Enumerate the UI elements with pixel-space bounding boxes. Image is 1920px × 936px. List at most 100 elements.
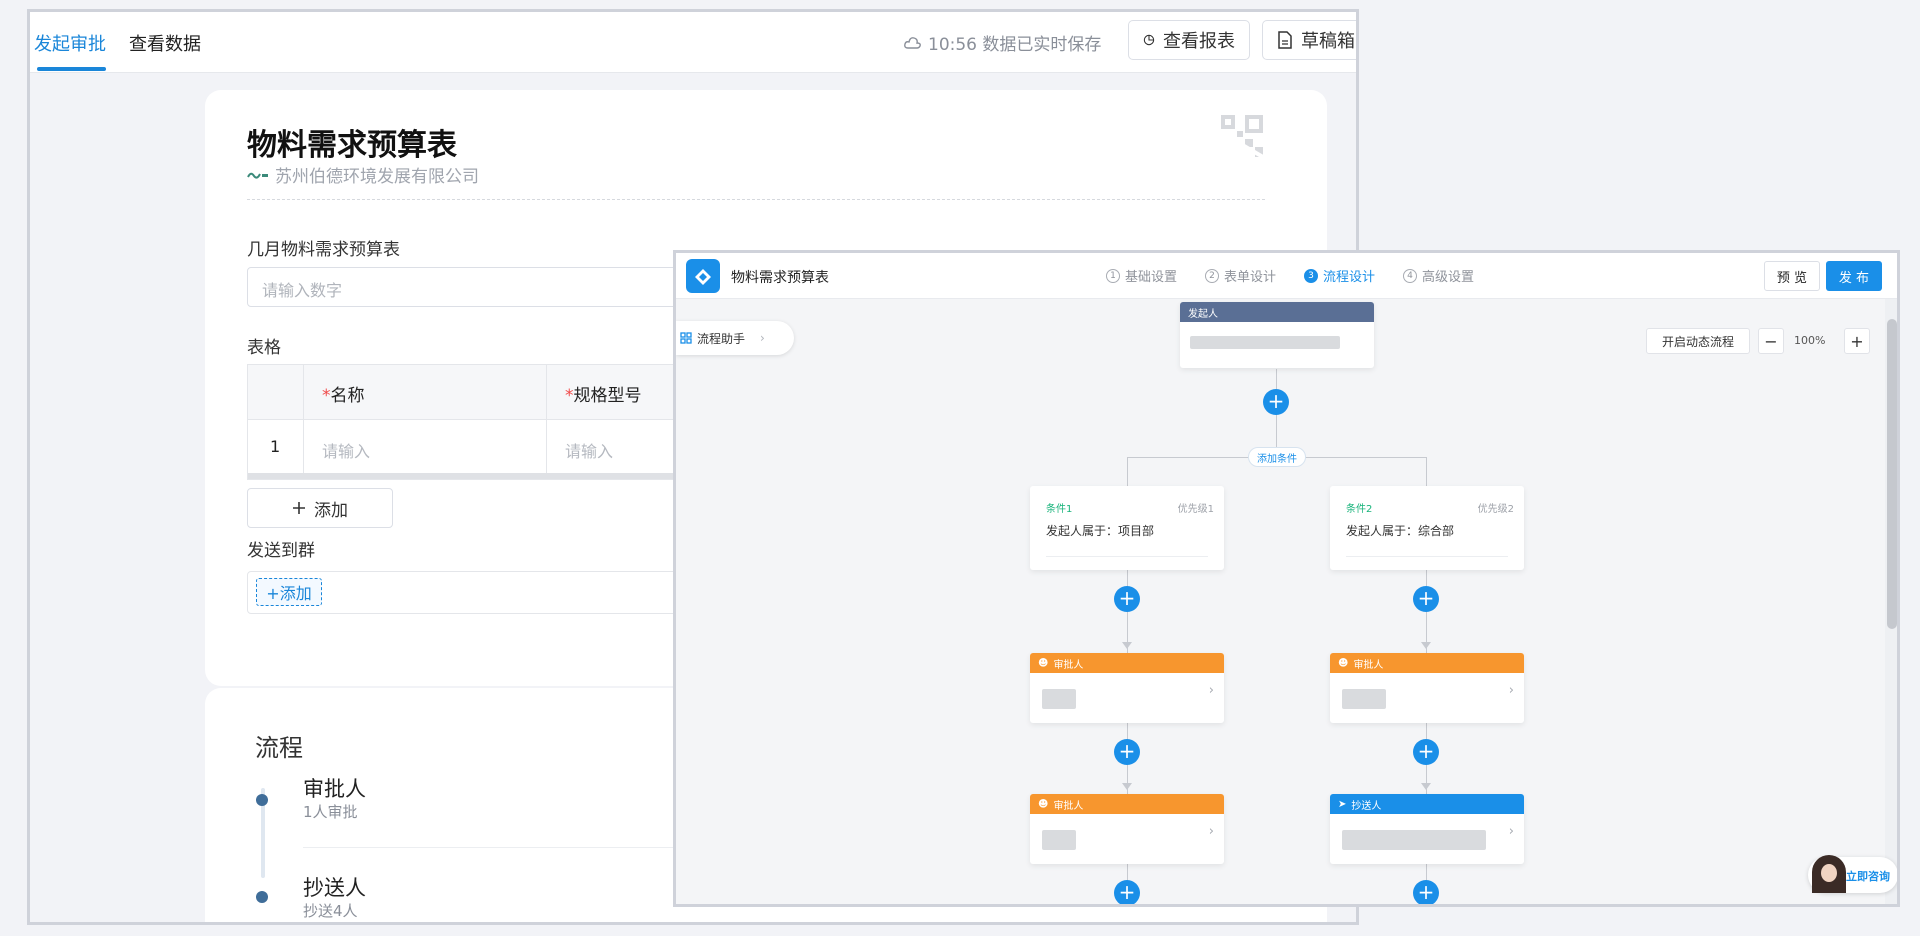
pie-chart-icon bbox=[1143, 34, 1155, 46]
step-basic-settings[interactable]: 1 基础设置 bbox=[1106, 266, 1177, 285]
designer-title: 物料需求预算表 bbox=[731, 270, 829, 286]
condition-text: 发起人属于：项目部 bbox=[1046, 524, 1155, 538]
step-label: 流程设计 bbox=[1323, 270, 1376, 285]
condition-text: 发起人属于：综合部 bbox=[1346, 524, 1455, 538]
step-form-design[interactable]: 2 表单设计 bbox=[1205, 266, 1276, 285]
blurred-content bbox=[1042, 830, 1076, 850]
month-input[interactable]: 请输入数字 bbox=[247, 267, 727, 307]
table-label: 表格 bbox=[247, 338, 281, 358]
flow-step-sub: 抄送4人 bbox=[303, 902, 358, 920]
zoom-in-button[interactable]: + bbox=[1844, 328, 1870, 354]
arrow-icon bbox=[1122, 783, 1132, 790]
active-tab-indicator bbox=[37, 67, 106, 71]
qr-code-icon[interactable] bbox=[1219, 113, 1265, 159]
approver-label: 审批人 bbox=[1053, 659, 1084, 671]
user-icon: ☻ bbox=[1038, 798, 1049, 810]
add-node-button[interactable]: + bbox=[1413, 586, 1439, 612]
avatar bbox=[1812, 855, 1846, 893]
canvas-scrollbar[interactable] bbox=[1885, 299, 1897, 904]
initiator-node[interactable]: 发起人 bbox=[1180, 302, 1374, 368]
add-condition-button[interactable]: 添加条件 bbox=[1248, 447, 1306, 467]
form-app-icon bbox=[695, 269, 711, 285]
app-icon bbox=[686, 259, 720, 293]
zoom-out-button[interactable]: − bbox=[1758, 328, 1784, 354]
chevron-right-icon: › bbox=[760, 331, 765, 345]
arrow-icon bbox=[1421, 642, 1431, 649]
save-status-text: 10:56 数据已实时保存 bbox=[928, 35, 1102, 55]
tab-view-data[interactable]: 查看数据 bbox=[129, 30, 201, 56]
condition-priority: 优先级2 bbox=[1477, 504, 1514, 515]
view-report-button[interactable]: 查看报表 bbox=[1128, 20, 1250, 60]
approver-node[interactable]: ☻ 审批人 › bbox=[1330, 653, 1524, 723]
table-col-header: *规格型号 bbox=[565, 381, 642, 406]
blurred-content bbox=[1042, 689, 1076, 709]
blurred-content bbox=[1342, 689, 1386, 709]
drafts-button[interactable]: 草稿箱 bbox=[1262, 20, 1356, 60]
condition-divider bbox=[1046, 556, 1208, 557]
send-group-label: 发送到群 bbox=[247, 541, 315, 561]
month-field-label: 几月物料需求预算表 bbox=[247, 240, 400, 260]
column-name: 名称 bbox=[330, 386, 365, 406]
approver-header: ☻ 审批人 bbox=[1030, 653, 1224, 673]
step-label: 表单设计 bbox=[1224, 270, 1277, 285]
chevron-right-icon: › bbox=[1508, 824, 1514, 839]
approver-label: 审批人 bbox=[1353, 659, 1384, 671]
user-icon: ☻ bbox=[1338, 657, 1349, 669]
required-mark: * bbox=[322, 386, 331, 406]
flow-step-name: 抄送人 bbox=[303, 876, 366, 900]
step-advanced-settings[interactable]: 4 高级设置 bbox=[1403, 266, 1474, 285]
dynamic-flow-button[interactable]: 开启动态流程 bbox=[1646, 328, 1750, 354]
step-label: 基础设置 bbox=[1125, 270, 1178, 285]
condition-card-1[interactable]: 条件1 优先级1 发起人属于：项目部 bbox=[1030, 486, 1224, 570]
spec-cell-input[interactable]: 请输入 bbox=[565, 438, 613, 462]
add-node-button[interactable]: + bbox=[1114, 739, 1140, 765]
table-col-divider bbox=[303, 365, 304, 475]
condition-divider bbox=[1346, 556, 1508, 557]
flow-helper-button[interactable]: 流程助手 › bbox=[676, 321, 794, 355]
consult-widget[interactable]: 立即咨询 bbox=[1808, 855, 1897, 893]
table-scrollbar[interactable] bbox=[248, 473, 746, 479]
step-flow-design[interactable]: 3 流程设计 bbox=[1304, 266, 1375, 285]
approver-node[interactable]: ☻ 审批人 › bbox=[1030, 653, 1224, 723]
zoom-level: 100% bbox=[1794, 334, 1826, 347]
tab-start-approval[interactable]: 发起审批 bbox=[34, 30, 106, 56]
arrow-icon bbox=[1122, 642, 1132, 649]
step-label: 高级设置 bbox=[1422, 270, 1475, 285]
blurred-content bbox=[1342, 830, 1486, 850]
add-node-button[interactable]: + bbox=[1114, 586, 1140, 612]
add-node-button[interactable]: + bbox=[1413, 880, 1439, 904]
add-group-button[interactable]: +添加 bbox=[256, 578, 322, 606]
approver-header: ☻ 审批人 bbox=[1330, 653, 1524, 673]
approver-node[interactable]: ☻ 审批人 › bbox=[1030, 794, 1224, 864]
step-number: 1 bbox=[1106, 268, 1120, 283]
publish-button[interactable]: 发 布 bbox=[1826, 261, 1882, 291]
top-bar: 发起审批 查看数据 10:56 数据已实时保存 查看报表 草稿箱 bbox=[30, 12, 1356, 73]
step-number: 2 bbox=[1205, 268, 1220, 283]
company-line: 苏州伯德环境发展有限公司 bbox=[247, 162, 479, 187]
flow-step-sub: 1人审批 bbox=[303, 803, 358, 821]
cc-header: ➤ 抄送人 bbox=[1330, 794, 1524, 814]
scrollbar-thumb[interactable] bbox=[1887, 319, 1897, 629]
preview-button[interactable]: 预 览 bbox=[1764, 261, 1820, 291]
name-cell-input[interactable]: 请输入 bbox=[322, 438, 370, 462]
blurred-content bbox=[1190, 336, 1340, 349]
initiator-label: 发起人 bbox=[1188, 308, 1218, 320]
add-row-button[interactable]: 添加 bbox=[247, 488, 393, 528]
add-node-button[interactable]: + bbox=[1114, 880, 1140, 904]
step-nav: 1 基础设置 2 表单设计 3 流程设计 4 高级设置 bbox=[1106, 266, 1474, 285]
cc-node[interactable]: ➤ 抄送人 › bbox=[1330, 794, 1524, 864]
approver-label: 审批人 bbox=[1053, 800, 1084, 812]
chevron-right-icon: › bbox=[1208, 824, 1214, 839]
add-node-button[interactable]: + bbox=[1413, 739, 1439, 765]
approver-header: ☻ 审批人 bbox=[1030, 794, 1224, 814]
condition-card-2[interactable]: 条件2 优先级2 发起人属于：综合部 bbox=[1330, 486, 1524, 570]
flow-helper-label: 流程助手 bbox=[697, 331, 746, 346]
chevron-right-icon: › bbox=[1208, 683, 1214, 698]
company-name: 苏州伯德环境发展有限公司 bbox=[275, 167, 479, 187]
add-node-button[interactable]: + bbox=[1263, 389, 1289, 415]
save-status: 10:56 数据已实时保存 bbox=[904, 30, 1101, 55]
table-col-divider bbox=[546, 365, 547, 475]
document-icon bbox=[1278, 31, 1292, 49]
company-logo-icon bbox=[247, 172, 268, 179]
timeline-dot bbox=[256, 794, 268, 806]
